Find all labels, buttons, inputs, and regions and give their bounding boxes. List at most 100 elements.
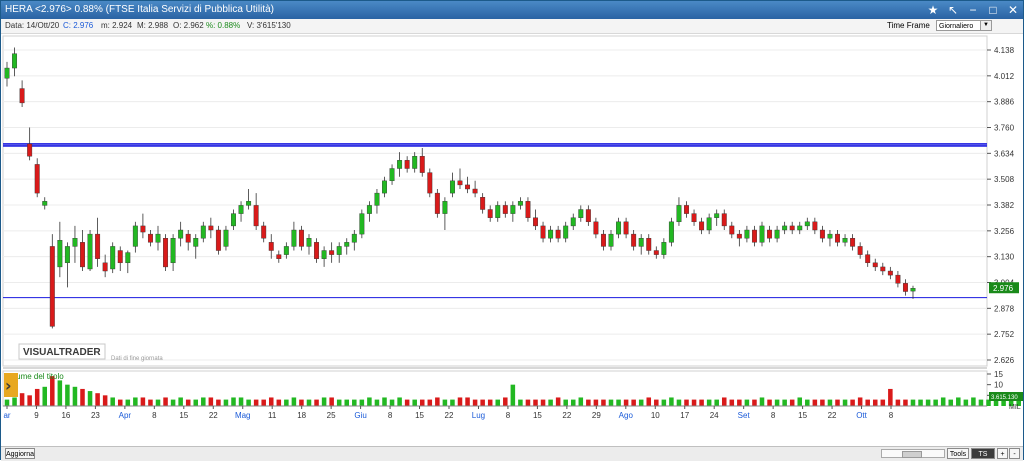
candle-body bbox=[155, 233, 161, 243]
volume-bar bbox=[759, 397, 765, 406]
candle-body bbox=[208, 225, 214, 231]
candle-body bbox=[147, 233, 153, 243]
tools-button[interactable]: Tools bbox=[947, 448, 969, 459]
candle-body bbox=[283, 246, 289, 255]
horizontal-scrollbar[interactable] bbox=[881, 449, 945, 458]
x-tick-label: 8 bbox=[388, 411, 393, 420]
candle-body bbox=[714, 213, 720, 218]
volume-bar bbox=[684, 399, 689, 406]
volume-bar bbox=[148, 399, 153, 406]
volume-bar bbox=[336, 399, 342, 406]
timeframe-value: Giornaliero bbox=[939, 23, 974, 30]
volume-bar bbox=[903, 399, 908, 406]
volume-bar bbox=[404, 399, 410, 406]
x-tick-label: 18 bbox=[297, 411, 306, 420]
candle-body bbox=[555, 229, 561, 239]
volume-bar bbox=[291, 397, 297, 406]
candle-body bbox=[774, 229, 780, 239]
volume-bar bbox=[956, 397, 961, 406]
volume-bar bbox=[699, 399, 704, 406]
candle-body bbox=[163, 238, 169, 268]
candle-body bbox=[600, 233, 606, 247]
volume-bar bbox=[450, 399, 455, 406]
candle-body bbox=[238, 205, 244, 214]
timeframe-label: Time Frame bbox=[887, 21, 930, 30]
candle-body bbox=[767, 229, 773, 239]
volume-bar bbox=[306, 399, 312, 406]
candle-body bbox=[261, 225, 267, 239]
candle-body bbox=[691, 213, 697, 223]
scroll-thumb[interactable] bbox=[902, 451, 922, 458]
candle-body bbox=[910, 288, 916, 292]
candle-body bbox=[721, 213, 727, 227]
volume-bar bbox=[782, 399, 787, 406]
volume-bar bbox=[525, 399, 531, 406]
info-bar: Data: 14/Ott/20 C: 2.976 m: 2.924 M: 2.9… bbox=[1, 19, 1023, 34]
x-tick-label: 8 bbox=[152, 411, 157, 420]
x-tick-label: 10 bbox=[651, 411, 660, 420]
candle-body bbox=[616, 221, 622, 235]
volume-bar bbox=[940, 397, 946, 406]
candle-body bbox=[95, 233, 101, 259]
y-tick-label: 3.130 bbox=[994, 253, 1015, 262]
volume-bar bbox=[427, 399, 433, 406]
x-tick-label: Giu bbox=[354, 411, 366, 420]
candle-body bbox=[495, 205, 501, 218]
zoom-out-button[interactable]: - bbox=[1009, 448, 1020, 459]
minimize-icon[interactable]: − bbox=[965, 2, 981, 18]
volume-bar bbox=[193, 399, 199, 406]
timeframe-select[interactable]: Giornaliero ▼ bbox=[936, 20, 992, 31]
x-tick-label: ar bbox=[3, 411, 10, 420]
price-volume-chart[interactable]: 4.138 4.012 3.886 3.760 3.634 3.508 3.382 3.256… bbox=[1, 34, 1023, 460]
refresh-button[interactable]: Aggiorna bbox=[5, 448, 35, 459]
candle-body bbox=[510, 205, 516, 214]
volume-bar bbox=[465, 397, 470, 406]
candle-body bbox=[525, 201, 531, 218]
candle-body bbox=[80, 242, 85, 268]
candle-body bbox=[314, 242, 320, 259]
volume-bar bbox=[412, 399, 417, 406]
volume-bar bbox=[4, 399, 10, 406]
play-marker: › bbox=[4, 373, 18, 397]
volume-bar bbox=[495, 399, 501, 406]
volume-y-tick-label: 10 bbox=[994, 381, 1003, 390]
candle-body bbox=[231, 213, 236, 227]
volume-bar bbox=[820, 399, 825, 406]
candle-body bbox=[117, 250, 123, 264]
volume-bar bbox=[397, 397, 402, 406]
volume-bar bbox=[586, 399, 591, 406]
candle-body bbox=[623, 221, 629, 235]
candle-body bbox=[872, 262, 878, 268]
ts-off-button[interactable]: TS OFF bbox=[971, 448, 995, 469]
candle-body bbox=[487, 209, 493, 218]
candle-body bbox=[102, 262, 108, 272]
volume-bar bbox=[729, 399, 735, 406]
x-tick-label: 15 bbox=[798, 411, 807, 420]
arrow-diagonal-icon[interactable]: ↖ bbox=[945, 2, 961, 18]
candle-body bbox=[110, 246, 116, 270]
x-tick-label: 8 bbox=[506, 411, 511, 420]
candle-body bbox=[382, 180, 387, 194]
volume-bar bbox=[268, 397, 274, 406]
maximize-icon[interactable]: □ bbox=[985, 2, 1001, 18]
candle-body bbox=[246, 201, 252, 206]
volume-bar bbox=[87, 391, 93, 406]
volume-bar bbox=[533, 399, 538, 406]
volume-bar bbox=[767, 399, 772, 406]
x-tick-label: 25 bbox=[327, 411, 336, 420]
x-tick-label: 8 bbox=[889, 411, 894, 420]
close-icon[interactable]: ✕ bbox=[1005, 2, 1021, 18]
volume-bar bbox=[842, 399, 848, 406]
volume-bar bbox=[382, 397, 387, 406]
volume-bar bbox=[419, 399, 425, 406]
y-tick-label: 2.626 bbox=[994, 356, 1015, 365]
chevron-down-icon[interactable]: ▼ bbox=[980, 21, 991, 30]
x-tick-label: 11 bbox=[268, 411, 277, 420]
candle-body bbox=[570, 217, 576, 227]
volume-bar bbox=[133, 397, 138, 406]
star-icon[interactable]: ★ bbox=[925, 2, 941, 18]
candle-body bbox=[638, 238, 644, 247]
candle-body bbox=[736, 233, 742, 239]
zoom-in-button[interactable]: + bbox=[997, 448, 1008, 459]
volume-bar bbox=[978, 399, 984, 406]
